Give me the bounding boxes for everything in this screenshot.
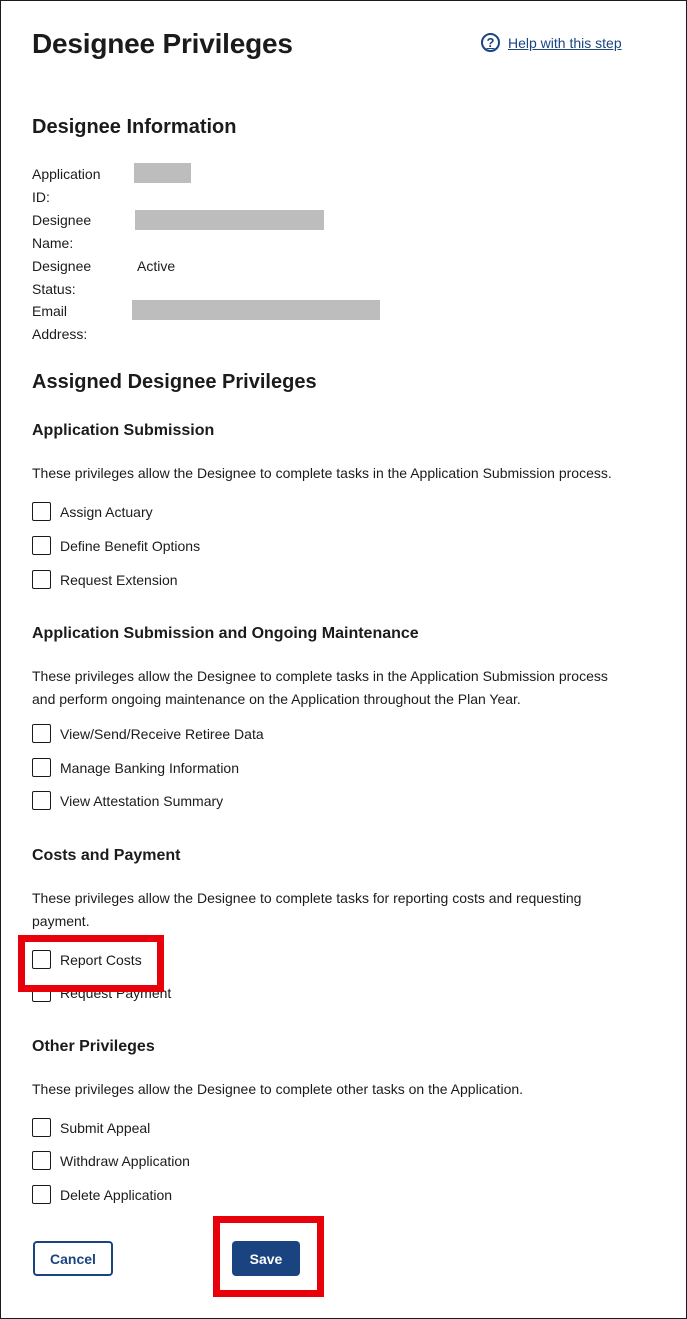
help-link-label: Help with this step <box>508 34 622 51</box>
checkbox-submit-appeal[interactable]: Submit Appeal <box>32 1118 150 1137</box>
designee-name-label: Designee Name: <box>32 212 92 251</box>
privileges-heading: Assigned Designee Privileges <box>32 371 317 393</box>
checkbox-box[interactable] <box>32 570 51 589</box>
checkbox-manage-banking-information[interactable]: Manage Banking Information <box>32 758 239 777</box>
page-title: Designee Privileges <box>32 28 293 59</box>
application-id-label: Application ID: <box>32 166 101 205</box>
designee-info-heading: Designee Information <box>32 116 237 138</box>
checkbox-label: View Attestation Summary <box>60 792 224 809</box>
checkbox-label: Delete Application <box>60 1186 173 1203</box>
checkbox-label: View/Send/Receive Retiree Data <box>60 725 264 742</box>
checkbox-request-extension[interactable]: Request Extension <box>32 570 178 589</box>
designee-name-redacted <box>135 210 324 230</box>
checkbox-assign-actuary[interactable]: Assign Actuary <box>32 502 153 521</box>
checkbox-label: Assign Actuary <box>60 503 153 520</box>
checkbox-delete-application[interactable]: Delete Application <box>32 1185 172 1204</box>
checkbox-view-attestation-summary[interactable]: View Attestation Summary <box>32 791 223 810</box>
checkbox-label: Report Costs <box>60 951 142 968</box>
checkbox-label: Withdraw Application <box>60 1152 190 1169</box>
section-description: These privileges allow the Designee to c… <box>32 668 608 707</box>
email-address-redacted <box>132 300 380 320</box>
page-frame: Designee Privileges ? Help with this ste… <box>0 0 687 1319</box>
section-title-other-privileges: Other Privileges <box>32 1038 155 1055</box>
checkbox-label: Request Extension <box>60 571 178 588</box>
section-description: These privileges allow the Designee to c… <box>32 1081 524 1097</box>
checkbox-define-benefit-options[interactable]: Define Benefit Options <box>32 536 200 555</box>
email-address-label: Email Address: <box>32 303 88 342</box>
section-title-costs-and-payment: Costs and Payment <box>32 847 181 864</box>
checkbox-report-costs[interactable]: Report Costs <box>32 950 142 969</box>
checkbox-box[interactable] <box>32 758 51 777</box>
section-description: These privileges allow the Designee to c… <box>32 465 612 481</box>
checkbox-label: Submit Appeal <box>60 1119 151 1136</box>
designee-status-label: Designee Status: <box>32 258 92 297</box>
designee-status-value: Active <box>137 258 176 274</box>
cancel-button[interactable]: Cancel <box>33 1241 113 1276</box>
checkbox-label: Manage Banking Information <box>60 759 239 776</box>
section-title-ongoing-maintenance: Application Submission and Ongoing Maint… <box>32 625 419 642</box>
save-button[interactable]: Save <box>232 1241 300 1276</box>
checkbox-box[interactable] <box>32 1118 51 1137</box>
checkbox-box[interactable] <box>32 1185 51 1204</box>
checkbox-label: Define Benefit Options <box>60 537 201 554</box>
section-title-application-submission: Application Submission <box>32 422 215 439</box>
checkbox-box[interactable] <box>32 724 51 743</box>
help-link[interactable]: ? Help with this step <box>481 33 622 52</box>
checkbox-box[interactable] <box>32 502 51 521</box>
help-question-icon: ? <box>481 33 500 52</box>
section-description: These privileges allow the Designee to c… <box>32 890 582 929</box>
checkbox-withdraw-application[interactable]: Withdraw Application <box>32 1151 190 1170</box>
checkbox-box[interactable] <box>32 791 51 810</box>
checkbox-view-send-receive-retiree-data[interactable]: View/Send/Receive Retiree Data <box>32 724 264 743</box>
checkbox-box[interactable] <box>32 536 51 555</box>
checkbox-box[interactable] <box>32 950 51 969</box>
checkbox-box[interactable] <box>32 1151 51 1170</box>
application-id-redacted <box>134 163 191 183</box>
